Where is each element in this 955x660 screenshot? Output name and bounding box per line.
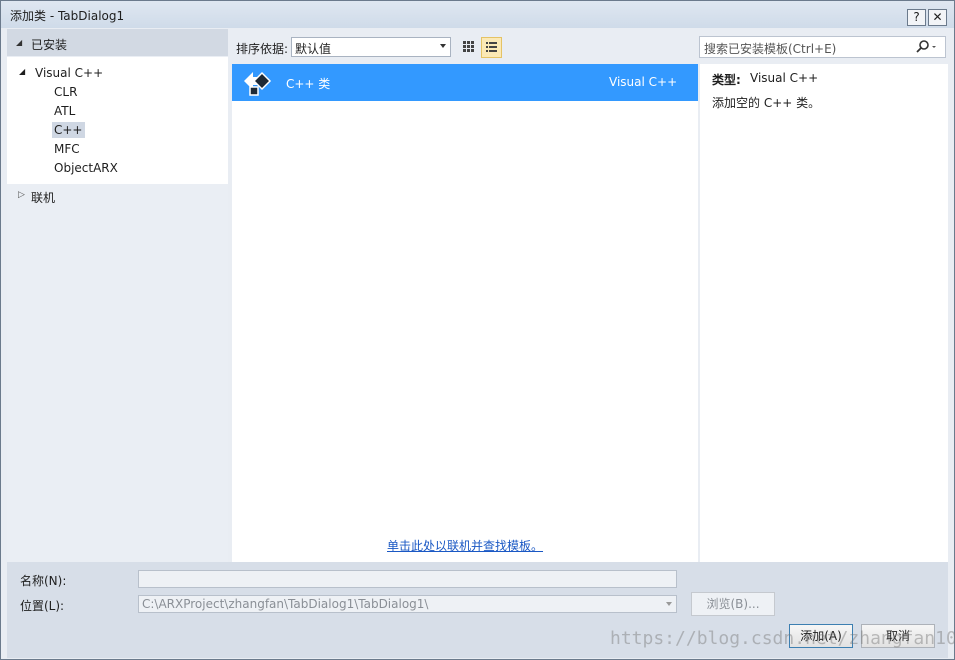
tree-item-clr[interactable]: CLR xyxy=(54,85,77,99)
details-view-button[interactable] xyxy=(481,37,502,58)
cpp-class-icon xyxy=(244,71,272,96)
sort-value: 默认值 xyxy=(295,42,332,56)
online-templates-link[interactable]: 单击此处以联机并查找模板。 xyxy=(387,537,543,554)
search-icon[interactable] xyxy=(915,39,939,55)
search-placeholder: 搜索已安装模板(Ctrl+E) xyxy=(704,42,837,56)
installed-header[interactable]: ◢ 已安装 xyxy=(7,29,228,56)
collapse-arrow-icon: ◢ xyxy=(16,38,23,47)
category-tree: ◢ Visual C++ CLR ATL C++ MFC ObjectARX xyxy=(7,57,228,184)
template-language: Visual C++ xyxy=(609,75,678,89)
category-pane: ◢ 已安装 ◢ Visual C++ CLR ATL C++ MFC Objec… xyxy=(7,29,228,562)
expand-right-icon: ▷ xyxy=(18,190,25,200)
medium-icons-view-button[interactable] xyxy=(459,37,478,56)
template-toolbar: 排序依据: 默认值 搜索已安装模板(Ctrl+E) xyxy=(231,29,948,62)
tree-item-cpp[interactable]: C++ xyxy=(52,122,85,138)
template-item-cpp-class[interactable]: C++ 类 Visual C++ xyxy=(232,64,698,101)
template-name: C++ 类 xyxy=(286,77,331,91)
installed-label: 已安装 xyxy=(31,38,68,52)
type-value: Visual C++ xyxy=(750,71,819,85)
close-button[interactable]: ✕ xyxy=(928,9,947,26)
sort-dropdown[interactable]: 默认值 xyxy=(291,37,451,57)
chevron-down-icon xyxy=(440,44,446,48)
tree-item-mfc[interactable]: MFC xyxy=(54,142,80,156)
tree-item-visual-cpp[interactable]: Visual C++ xyxy=(35,66,103,80)
add-class-dialog: 添加类 - TabDialog1 ? ✕ ◢ 已安装 ◢ Visual C++ … xyxy=(0,0,955,660)
help-button[interactable]: ? xyxy=(907,9,926,26)
template-search-box[interactable]: 搜索已安装模板(Ctrl+E) xyxy=(699,36,946,58)
browse-button[interactable]: 浏览(B)... xyxy=(691,592,775,616)
tree-item-atl[interactable]: ATL xyxy=(54,104,75,118)
name-field[interactable] xyxy=(138,570,677,588)
name-label: 名称(N): xyxy=(20,574,67,588)
sort-label: 排序依据: xyxy=(236,42,289,56)
location-combo[interactable]: C:\ARXProject\zhangfan\TabDialog1\TabDia… xyxy=(138,595,677,613)
chevron-down-icon xyxy=(666,602,672,606)
location-label: 位置(L): xyxy=(20,599,65,613)
template-details-pane: 类型: Visual C++ 添加空的 C++ 类。 xyxy=(700,64,948,562)
template-description: 添加空的 C++ 类。 xyxy=(712,96,821,110)
location-value: C:\ARXProject\zhangfan\TabDialog1\TabDia… xyxy=(142,597,429,611)
window-title: 添加类 - TabDialog1 xyxy=(10,9,125,23)
watermark-text: https://blog.csdn.net/zhangfan1075 xyxy=(610,628,955,649)
expand-arrow-icon[interactable]: ◢ xyxy=(19,67,25,76)
list-view-icon xyxy=(486,42,497,52)
dialog-body: ◢ 已安装 ◢ Visual C++ CLR ATL C++ MFC Objec… xyxy=(7,29,948,562)
grid-view-icon xyxy=(463,41,474,52)
type-label: 类型: xyxy=(712,73,741,87)
template-list: C++ 类 Visual C++ 单击此处以联机并查找模板。 xyxy=(232,64,698,562)
title-bar: 添加类 - TabDialog1 ? ✕ xyxy=(1,1,954,28)
online-label: 联机 xyxy=(31,191,56,205)
tree-item-objectarx[interactable]: ObjectARX xyxy=(54,161,118,175)
